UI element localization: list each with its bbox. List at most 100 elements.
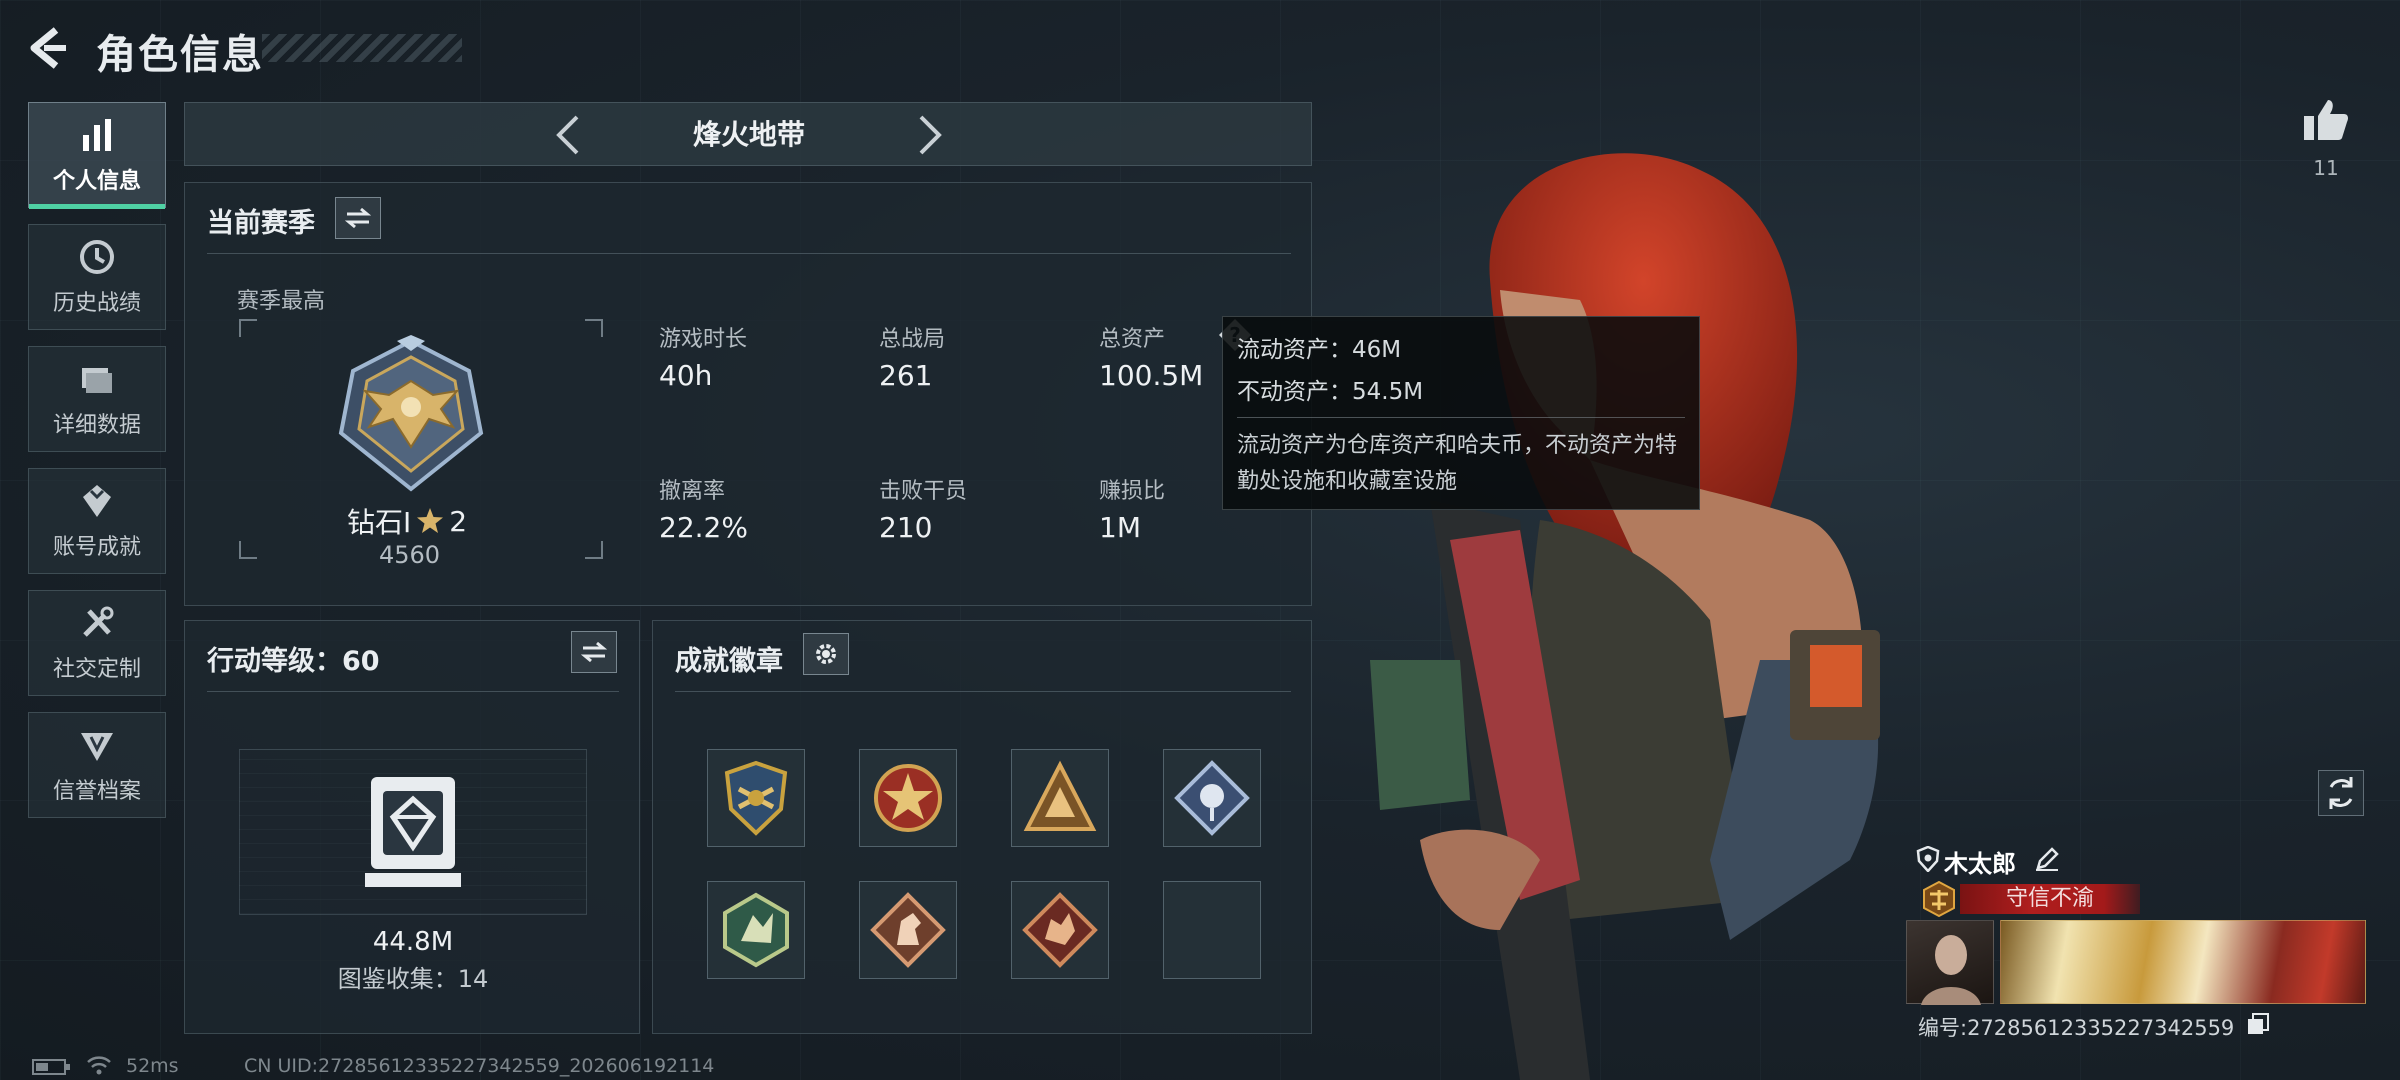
nav-label: 详细数据 — [52, 413, 141, 438]
nav-item-personal-info[interactable]: 个人信息 — [28, 102, 166, 209]
character-model — [1370, 153, 1880, 1080]
frame-corner — [585, 541, 603, 559]
battery-icon — [32, 1059, 70, 1075]
achievement-icon — [83, 485, 111, 517]
frame-corner — [585, 319, 603, 337]
star-emblem-badge-icon — [874, 764, 942, 832]
nav-item-credibility-record[interactable]: 信誉档案 — [28, 712, 166, 818]
nav-item-social-customization[interactable]: 社交定制 — [28, 590, 166, 696]
gear-icon — [816, 644, 836, 664]
rank-stars: 2 — [449, 504, 468, 538]
season-best-label: 赛季最高 — [237, 289, 326, 314]
hexagon-beast-badge-icon — [723, 892, 789, 968]
nav-item-match-history[interactable]: 历史战绩 — [28, 224, 166, 330]
edit-name-icon[interactable] — [2034, 846, 2060, 872]
ping-value: 52ms — [126, 1055, 179, 1077]
mode-title: 烽火地带 — [692, 118, 805, 151]
current-season-panel: 当前赛季 赛季最高 钻石Ⅰ 2 4560 游戏时长 40h 总战局 261 总资… — [184, 182, 1312, 606]
season-switch-button[interactable] — [335, 197, 381, 239]
page-title: 角色信息 — [96, 32, 264, 78]
stat-value-total-matches: 261 — [879, 359, 933, 392]
nav-label: 历史战绩 — [52, 291, 141, 316]
title-decoration — [262, 34, 462, 62]
divider — [207, 691, 619, 692]
stat-value-total-assets: 100.5M — [1099, 359, 1204, 392]
stat-label-profit-loss-ratio: 赚损比 — [1099, 479, 1166, 504]
badges-title: 成就徽章 — [675, 646, 783, 677]
nav-item-account-achievements[interactable]: 账号成就 — [28, 468, 166, 574]
tools-icon — [83, 606, 114, 637]
credibility-icon — [81, 733, 113, 761]
stat-label-extraction-rate: 撤离率 — [659, 479, 726, 504]
collection-count: 图鉴收集：14 — [337, 965, 489, 993]
nav-label: 社交定制 — [52, 657, 141, 682]
diamond-rose-badge-icon — [1174, 760, 1250, 836]
player-avatar[interactable] — [1906, 920, 1994, 1005]
season-title: 当前赛季 — [207, 208, 315, 239]
badges-settings-button[interactable] — [803, 633, 849, 675]
copy-icon[interactable] — [2246, 1012, 2270, 1036]
nav-label: 个人信息 — [52, 169, 141, 194]
collection-cabinet-icon — [365, 777, 461, 887]
back-arrow-icon[interactable] — [26, 26, 70, 70]
stat-label-total-assets: 总资产 — [1099, 327, 1166, 352]
rotate-view-button[interactable] — [2318, 770, 2364, 816]
wifi-icon — [87, 1056, 111, 1075]
folder-icon — [82, 368, 112, 393]
achievement-badges-panel: 成就徽章 — [652, 620, 1312, 1034]
mode-selector: 烽火地带 — [184, 102, 1312, 166]
shield-icon — [1916, 846, 1940, 872]
badge-slot[interactable] — [707, 749, 805, 847]
action-level-switch-button[interactable] — [571, 631, 617, 673]
badge-slot[interactable] — [707, 881, 805, 979]
triangle-badge-icon — [1023, 760, 1097, 831]
thumbs-up-icon[interactable] — [2302, 96, 2350, 144]
nav-item-detailed-data[interactable]: 详细数据 — [28, 346, 166, 452]
stat-value-extraction-rate: 22.2% — [659, 511, 748, 544]
nav-label: 信誉档案 — [52, 779, 141, 804]
clock-history-icon — [80, 240, 114, 274]
star-icon — [417, 508, 444, 533]
badge-slot[interactable] — [1011, 881, 1109, 979]
tooltip-divider — [1237, 417, 1685, 418]
frame-corner — [239, 319, 257, 337]
rank-name: 钻石Ⅰ — [347, 506, 412, 539]
badge-slot[interactable] — [1163, 749, 1261, 847]
tooltip-fixed-assets: 不动资产：54.5M — [1237, 379, 1424, 405]
stat-value-operators-defeated: 210 — [879, 511, 933, 544]
badge-slot[interactable] — [1011, 749, 1109, 847]
badge-slot[interactable] — [859, 881, 957, 979]
badge-slot[interactable] — [859, 749, 957, 847]
divider — [207, 253, 1291, 254]
action-level-panel: 行动等级：60 44.8M 图鉴收集：14 — [184, 620, 640, 1034]
action-level-title: 行动等级：60 — [207, 646, 380, 677]
frame-corner — [239, 541, 257, 559]
refresh-icon — [2329, 777, 2353, 809]
player-name-card-banner[interactable] — [2000, 920, 2366, 1004]
stat-label-total-matches: 总战局 — [879, 327, 946, 352]
avatar-portrait-icon — [1921, 935, 1981, 1005]
stat-label-play-time: 游戏时长 — [659, 327, 748, 352]
nav-label: 账号成就 — [52, 535, 141, 560]
stat-label-operators-defeated: 击败干员 — [879, 479, 968, 504]
badge-slot-empty[interactable] — [1163, 881, 1261, 979]
stat-value-profit-loss-ratio: 1M — [1099, 511, 1141, 544]
swap-arrows-icon — [345, 207, 371, 229]
stat-value-play-time: 40h — [659, 359, 713, 392]
reputation-title: 守信不渝 — [1960, 884, 2140, 914]
player-name: 木太郎 — [1944, 850, 2016, 878]
tooltip-description: 流动资产为仓库资产和哈夫币，不动资产为特勤处设施和收藏室设施 — [1237, 433, 1678, 494]
tooltip-liquid-assets: 流动资产：46M — [1237, 337, 1402, 363]
prev-mode-arrow-icon[interactable] — [547, 113, 591, 157]
horse-diamond-badge-icon — [870, 892, 946, 968]
like-count: 11 — [2313, 156, 2339, 180]
player-id: 编号:27285612335227342559 — [1918, 1016, 2235, 1040]
rank-score: 4560 — [379, 541, 441, 569]
reputation-emblem-icon — [1923, 880, 1955, 918]
next-mode-arrow-icon[interactable] — [907, 113, 951, 157]
rank-name-row: 钻石Ⅰ 2 — [347, 501, 467, 541]
dragon-diamond-badge-icon — [1022, 892, 1098, 968]
swap-arrows-icon — [581, 641, 607, 663]
shield-badge-icon — [724, 760, 788, 836]
footer-uid: CN UID:27285612335227342559_202606192114 — [244, 1055, 715, 1077]
